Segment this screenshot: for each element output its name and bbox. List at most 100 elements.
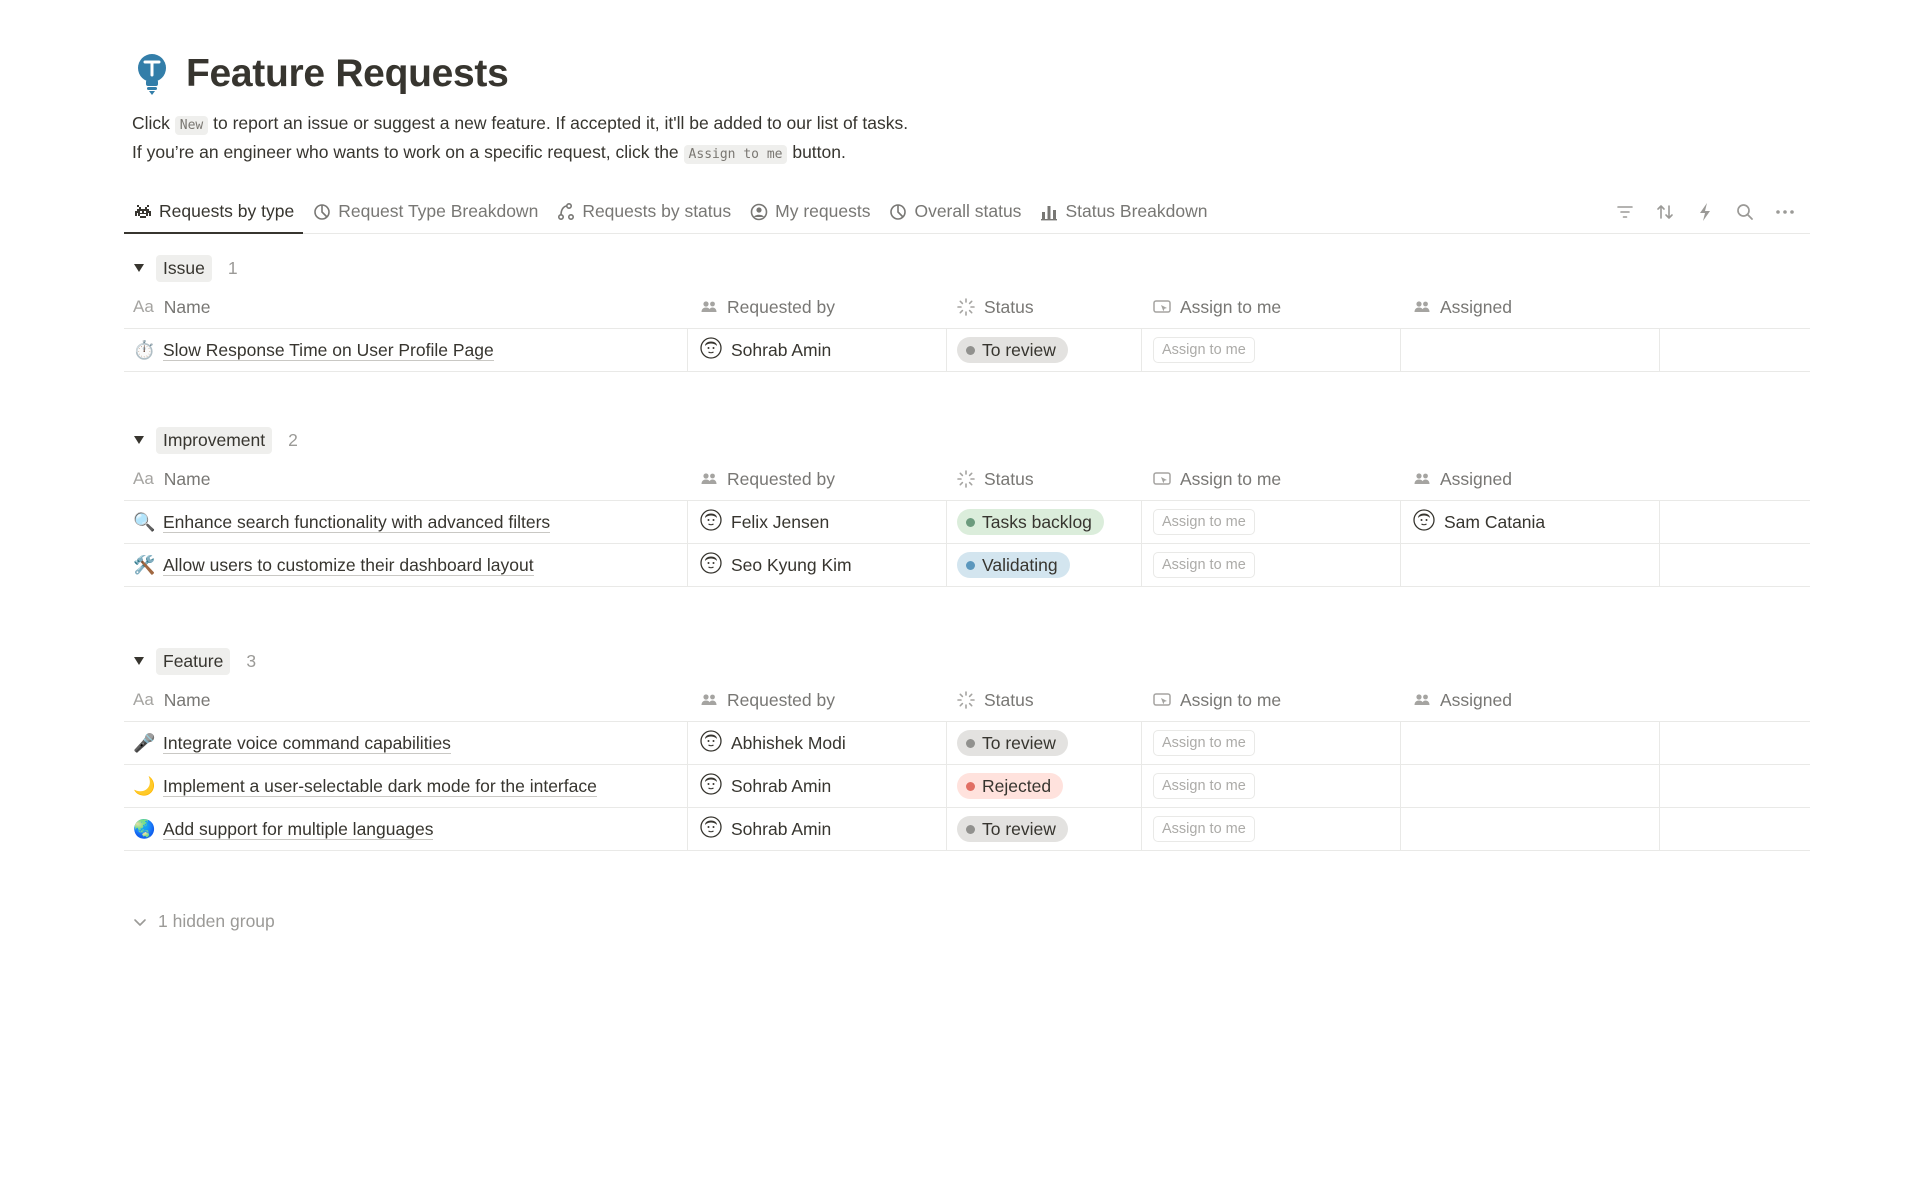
col-header-assign[interactable]: Assign to me (1141, 286, 1400, 328)
col-header-requested-by[interactable]: Requested by (687, 458, 946, 500)
col-header-spacer (1659, 679, 1810, 721)
row-emoji-icon: 🌙 (133, 775, 156, 796)
tab-request-type-breakdown[interactable]: Request Type Breakdown (303, 190, 547, 233)
status-loader-icon (957, 298, 975, 316)
col-header-label: Assigned (1440, 689, 1512, 710)
assigned-cell[interactable] (1400, 765, 1659, 807)
people-icon (701, 694, 717, 705)
requested-by-cell[interactable]: Sohrab Amin (687, 329, 946, 371)
assign-to-me-button[interactable]: Assign to me (1153, 773, 1255, 799)
people-icon (701, 473, 717, 484)
table-row[interactable]: 🌙 Implement a user-selectable dark mode … (124, 765, 1810, 808)
row-name[interactable]: Integrate voice command capabilities (163, 733, 451, 754)
board-groups: Issue 1 Aa Name Requested by Status Assig… (124, 252, 1810, 851)
view-toolbar (1614, 190, 1810, 233)
search-icon[interactable] (1734, 201, 1756, 223)
col-header-label: Assigned (1440, 468, 1512, 489)
requester-name: Abhishek Modi (731, 732, 846, 753)
col-header-requested-by[interactable]: Requested by (687, 286, 946, 328)
col-header-assigned[interactable]: Assigned (1400, 679, 1659, 721)
table-row[interactable]: ⏱️ Slow Response Time on User Profile Pa… (124, 329, 1810, 372)
hidden-group-toggle[interactable]: 1 hidden group (124, 911, 1810, 932)
row-spacer-cell (1659, 722, 1810, 764)
name-cell[interactable]: 🌏 Add support for multiple languages (124, 808, 687, 850)
assigned-cell[interactable] (1400, 722, 1659, 764)
group-label[interactable]: Improvement (156, 426, 273, 454)
status-cell[interactable]: To review (946, 808, 1141, 850)
status-cell[interactable]: Validating (946, 544, 1141, 586)
col-header-assigned[interactable]: Assigned (1400, 458, 1659, 500)
table-row[interactable]: 🛠️ Allow users to customize their dashbo… (124, 544, 1810, 587)
assign-to-me-button[interactable]: Assign to me (1153, 509, 1255, 535)
col-header-name[interactable]: Aa Name (124, 458, 687, 500)
avatar (700, 508, 722, 536)
assign-to-me-button[interactable]: Assign to me (1153, 816, 1255, 842)
col-header-status[interactable]: Status (946, 286, 1141, 328)
status-badge: Tasks backlog (957, 509, 1104, 535)
requested-by-cell[interactable]: Sohrab Amin (687, 808, 946, 850)
filter-icon[interactable] (1614, 201, 1636, 223)
sort-icon[interactable] (1654, 201, 1676, 223)
assign-to-me-button[interactable]: Assign to me (1153, 552, 1255, 578)
caret-down-icon[interactable] (132, 261, 146, 275)
assign-cell: Assign to me (1141, 501, 1400, 543)
name-cell[interactable]: 🎤 Integrate voice command capabilities (124, 722, 687, 764)
requested-by-cell[interactable]: Sohrab Amin (687, 765, 946, 807)
table-row[interactable]: 🎤 Integrate voice command capabilities A… (124, 722, 1810, 765)
assign-to-me-button[interactable]: Assign to me (1153, 730, 1255, 756)
tab-status-breakdown[interactable]: Status Breakdown (1030, 190, 1216, 233)
col-header-assigned[interactable]: Assigned (1400, 286, 1659, 328)
row-name[interactable]: Allow users to customize their dashboard… (163, 555, 534, 576)
table-row[interactable]: 🔍 Enhance search functionality with adva… (124, 501, 1810, 544)
assigned-cell[interactable]: Sam Catania (1400, 501, 1659, 543)
group-header: Improvement 2 (124, 424, 1810, 456)
status-cell[interactable]: Rejected (946, 765, 1141, 807)
table-header: Aa Name Requested by Status Assign to me … (124, 679, 1810, 722)
row-name[interactable]: Slow Response Time on User Profile Page (163, 340, 494, 361)
bar-chart-icon (1041, 205, 1058, 220)
requested-by-cell[interactable]: Abhishek Modi (687, 722, 946, 764)
assigned-cell[interactable] (1400, 808, 1659, 850)
col-header-status[interactable]: Status (946, 679, 1141, 721)
assigned-cell[interactable] (1400, 329, 1659, 371)
status-cell[interactable]: To review (946, 329, 1141, 371)
row-name[interactable]: Implement a user-selectable dark mode fo… (163, 776, 597, 797)
status-dot (966, 517, 975, 527)
caret-down-icon[interactable] (132, 654, 146, 668)
tab-overall-status[interactable]: Overall status (879, 190, 1030, 233)
status-label: To review (982, 339, 1056, 360)
name-cell[interactable]: 🛠️ Allow users to customize their dashbo… (124, 544, 687, 586)
col-header-status[interactable]: Status (946, 458, 1141, 500)
name-cell[interactable]: 🔍 Enhance search functionality with adva… (124, 501, 687, 543)
caret-down-icon[interactable] (132, 433, 146, 447)
lightbulb-icon[interactable] (130, 50, 174, 98)
col-header-assign[interactable]: Assign to me (1141, 458, 1400, 500)
row-name[interactable]: Add support for multiple languages (163, 819, 434, 840)
workflow-icon (558, 202, 575, 220)
assigned-cell[interactable] (1400, 544, 1659, 586)
name-cell[interactable]: ⏱️ Slow Response Time on User Profile Pa… (124, 329, 687, 371)
col-header-assign[interactable]: Assign to me (1141, 679, 1400, 721)
col-header-label: Assign to me (1180, 468, 1282, 489)
table-row[interactable]: 🌏 Add support for multiple languages Soh… (124, 808, 1810, 851)
tab-requests-by-type[interactable]: Requests by type (124, 190, 304, 234)
group-label[interactable]: Feature (156, 647, 231, 675)
requested-by-cell[interactable]: Felix Jensen (687, 501, 946, 543)
group-label[interactable]: Issue (156, 254, 212, 282)
status-cell[interactable]: Tasks backlog (946, 501, 1141, 543)
col-header-name[interactable]: Aa Name (124, 286, 687, 328)
col-header-requested-by[interactable]: Requested by (687, 679, 946, 721)
lightning-icon[interactable] (1694, 201, 1716, 223)
requested-by-cell[interactable]: Seo Kyung Kim (687, 544, 946, 586)
requester-name: Felix Jensen (731, 511, 830, 532)
name-cell[interactable]: 🌙 Implement a user-selectable dark mode … (124, 765, 687, 807)
col-header-label: Name (163, 468, 211, 489)
status-cell[interactable]: To review (946, 722, 1141, 764)
assign-to-me-button[interactable]: Assign to me (1153, 337, 1255, 363)
tab-requests-by-status[interactable]: Requests by status (547, 190, 740, 233)
more-icon[interactable] (1774, 201, 1796, 223)
col-header-name[interactable]: Aa Name (124, 679, 687, 721)
group-table: Aa Name Requested by Status Assign to me … (124, 679, 1810, 851)
row-name[interactable]: Enhance search functionality with advanc… (163, 512, 551, 533)
tab-my-requests[interactable]: My requests (740, 190, 879, 233)
